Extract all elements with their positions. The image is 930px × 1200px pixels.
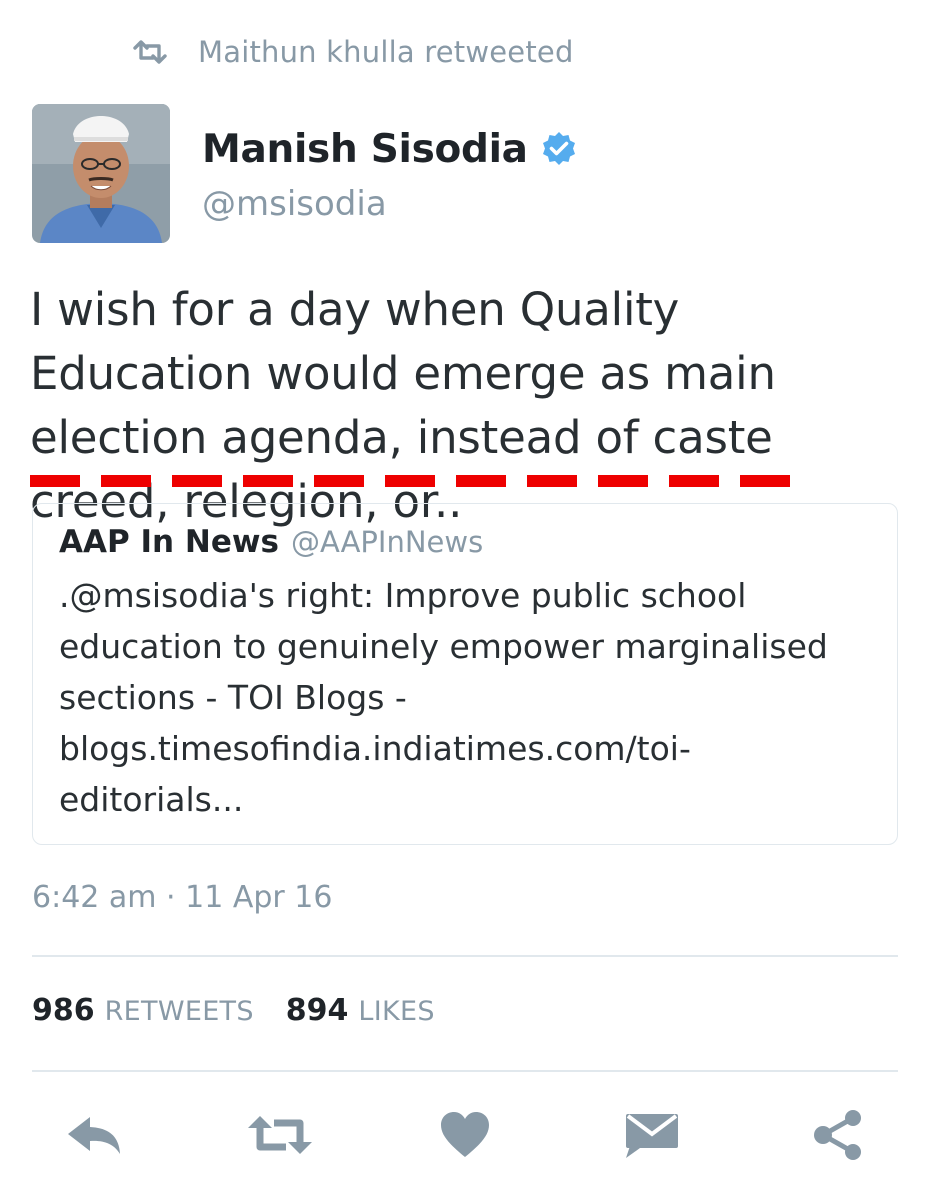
author-display-name[interactable]: Manish Sisodia	[202, 127, 528, 172]
reply-icon	[64, 1113, 124, 1157]
retweet-context: Maithun khulla retweeted	[132, 30, 574, 74]
retweet-icon	[244, 1113, 316, 1157]
retweet-icon	[132, 40, 168, 64]
tweet-timestamp[interactable]: 6:42 am · 11 Apr 16	[32, 880, 332, 915]
quoted-tweet-header: AAP In News @AAPInNews	[59, 524, 871, 570]
avatar[interactable]	[32, 104, 170, 243]
retweet-context-text: Maithun khulla retweeted	[198, 35, 574, 69]
tweet-stats: 986 RETWEETS 894 LIKES	[32, 993, 435, 1028]
reply-button[interactable]	[54, 1100, 134, 1170]
quoted-tweet-text: .@msisodia's right: Improve public schoo…	[59, 576, 828, 819]
likes-label: LIKES	[358, 996, 435, 1027]
likes-stat[interactable]: 894 LIKES	[286, 993, 435, 1028]
share-button[interactable]	[798, 1100, 878, 1170]
like-icon	[439, 1111, 491, 1159]
red-dashed-underline	[30, 474, 794, 488]
retweets-label: RETWEETS	[104, 996, 254, 1027]
divider	[32, 1070, 898, 1072]
author-handle[interactable]: @msisodia	[202, 184, 578, 224]
direct-message-button[interactable]	[612, 1100, 692, 1170]
quoted-tweet[interactable]: AAP In News @AAPInNews .@msisodia's righ…	[32, 503, 898, 845]
tweet-author[interactable]: Manish Sisodia @msisodia	[202, 118, 578, 224]
like-button[interactable]	[425, 1100, 505, 1170]
retweets-stat[interactable]: 986 RETWEETS	[32, 993, 254, 1028]
retweets-count: 986	[32, 993, 95, 1028]
quoted-author-name: AAP In News	[59, 524, 279, 560]
message-icon	[624, 1110, 680, 1160]
tweet-actions	[32, 1100, 898, 1170]
likes-count: 894	[285, 993, 349, 1028]
verified-badge-icon	[540, 130, 578, 168]
author-name-row: Manish Sisodia	[202, 118, 578, 180]
share-icon	[812, 1109, 864, 1161]
tweet-text: I wish for a day when Quality Education …	[30, 283, 776, 528]
divider	[32, 955, 898, 957]
quoted-author-handle: @AAPInNews	[290, 525, 484, 559]
retweet-button[interactable]	[240, 1100, 320, 1170]
